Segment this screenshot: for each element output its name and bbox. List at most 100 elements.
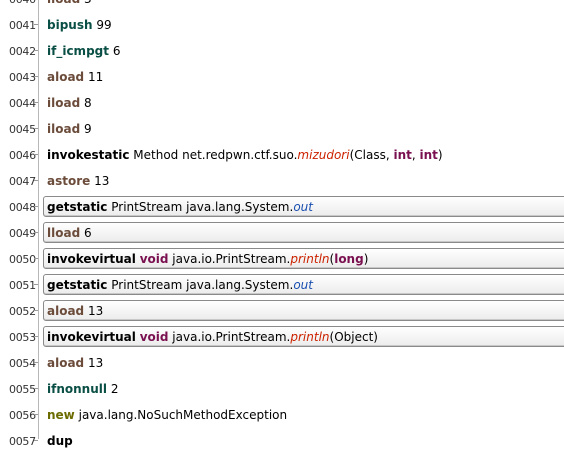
bytecode-line[interactable]: 0056 new java.lang.NoSuchMethodException [0, 402, 564, 428]
operand: println [290, 252, 330, 266]
bytecode-line[interactable]: 0049 lload 6 [0, 220, 564, 246]
opcode: invokestatic [47, 148, 130, 162]
operand: java.io.PrintStream. [168, 330, 291, 344]
operand: long [334, 252, 364, 266]
opcode: aload [47, 304, 85, 318]
instruction[interactable]: invokevirtual void java.io.PrintStream.p… [47, 252, 368, 266]
gutter-tick [34, 362, 38, 363]
bytecode-line[interactable]: 0043 aload 11 [0, 64, 564, 90]
instruction[interactable]: new java.lang.NoSuchMethodException [47, 408, 287, 422]
gutter-tick [34, 180, 38, 181]
bytecode-listing[interactable]: 0040iload 30041bipush 990042if_icmpgt 60… [0, 0, 564, 448]
bytecode-line[interactable]: 0044 iload 8 [0, 90, 564, 116]
line-number: 0042 [9, 45, 36, 58]
line-number: 0043 [9, 71, 36, 84]
opcode: iload [47, 96, 81, 110]
line-number: 0057 [9, 435, 36, 448]
operand: 99 [96, 18, 112, 32]
gutter-tick [34, 284, 38, 285]
instruction[interactable]: iload 8 [47, 96, 92, 110]
gutter-tick [34, 50, 38, 51]
bytecode-line[interactable]: 0041 bipush 99 [0, 12, 564, 38]
bytecode-line[interactable]: 0055 ifnonnull 2 [0, 376, 564, 402]
instruction[interactable]: lload 6 [47, 226, 92, 240]
operand: out [293, 200, 313, 214]
bytecode-line[interactable]: 0046 invokestatic Method net.redpwn.ctf.s… [0, 142, 564, 168]
operand: PrintStream java.lang.System. [111, 200, 294, 214]
operand: println [290, 330, 330, 344]
operand: void [139, 330, 169, 344]
gutter-tick [34, 440, 38, 441]
operand: int [419, 148, 438, 162]
gutter-tick [34, 102, 38, 103]
instruction[interactable]: astore 13 [47, 174, 109, 188]
operand: void [139, 252, 169, 266]
opcode: aload [47, 70, 85, 84]
operand: 3 [84, 0, 92, 6]
gutter-tick [34, 128, 38, 129]
operand: Method net.redpwn.ctf.suo. [133, 148, 298, 162]
opcode: iload [47, 0, 80, 6]
instruction[interactable]: invokevirtual void java.io.PrintStream.p… [47, 330, 378, 344]
bytecode-line[interactable]: 0050 invokevirtual void java.io.PrintStre… [0, 246, 564, 272]
opcode: invokevirtual [47, 330, 136, 344]
selected-block-highlight [43, 222, 564, 243]
bytecode-line[interactable]: 0048 getstatic PrintStream java.lang.Syst… [0, 194, 564, 220]
instruction[interactable]: aload 13 [47, 356, 103, 370]
instruction[interactable]: dup [47, 434, 73, 448]
line-number: 0056 [9, 409, 36, 422]
bytecode-line[interactable]: 0052 aload 13 [0, 298, 564, 324]
opcode: dup [47, 434, 73, 448]
opcode: getstatic [47, 278, 108, 292]
line-number: 0053 [9, 331, 36, 344]
bytecode-line[interactable]: 0047 astore 13 [0, 168, 564, 194]
line-number: 0054 [9, 357, 36, 370]
instruction[interactable]: iload 9 [47, 122, 92, 136]
gutter-tick [34, 24, 38, 25]
gutter-tick [34, 206, 38, 207]
gutter-tick [34, 336, 38, 337]
gutter-tick [34, 388, 38, 389]
opcode: aload [47, 356, 85, 370]
operand: (Object) [329, 330, 378, 344]
line-number: 0052 [9, 305, 36, 318]
instruction[interactable]: ifnonnull 2 [47, 382, 118, 396]
gutter-tick [34, 154, 38, 155]
opcode: invokevirtual [47, 252, 136, 266]
instruction[interactable]: iload 3 [47, 0, 92, 6]
gutter-tick [34, 310, 38, 311]
operand: 9 [84, 122, 92, 136]
line-number: 0041 [9, 19, 36, 32]
bytecode-line[interactable]: 0057 dup [0, 428, 564, 454]
line-number: 0045 [9, 123, 36, 136]
operand: java.lang.NoSuchMethodException [78, 408, 288, 422]
opcode: ifnonnull [47, 382, 107, 396]
operand: (Class, [349, 148, 394, 162]
operand: 2 [110, 382, 119, 396]
opcode: astore [47, 174, 91, 188]
bytecode-line[interactable]: 0045 iload 9 [0, 116, 564, 142]
bytecode-line[interactable]: 0053 invokevirtual void java.io.PrintStre… [0, 324, 564, 350]
instruction[interactable]: aload 11 [47, 70, 103, 84]
selected-block-highlight [43, 300, 564, 321]
operand: java.io.PrintStream. [168, 252, 291, 266]
instruction[interactable]: bipush 99 [47, 18, 112, 32]
instruction[interactable]: invokestatic Method net.redpwn.ctf.suo.m… [47, 148, 443, 162]
gutter-tick [34, 414, 38, 415]
operand: PrintStream java.lang.System. [111, 278, 294, 292]
operand: 13 [87, 304, 104, 318]
bytecode-line[interactable]: 0042 if_icmpgt 6 [0, 38, 564, 64]
instruction[interactable]: if_icmpgt 6 [47, 44, 120, 58]
operand: 6 [84, 226, 92, 240]
bytecode-line[interactable]: 0051 getstatic PrintStream java.lang.Syst… [0, 272, 564, 298]
instruction[interactable]: getstatic PrintStream java.lang.System.o… [47, 278, 313, 292]
operand: ) [363, 252, 369, 266]
gutter-tick [34, 258, 38, 259]
operand: 11 [87, 70, 104, 84]
operand: ) [437, 148, 443, 162]
bytecode-line[interactable]: 0040 iload 3 [0, 0, 564, 12]
instruction[interactable]: aload 13 [47, 304, 103, 318]
line-number: 0044 [9, 97, 36, 110]
bytecode-line[interactable]: 0054 aload 13 [0, 350, 564, 376]
instruction[interactable]: getstatic PrintStream java.lang.System.o… [47, 200, 313, 214]
